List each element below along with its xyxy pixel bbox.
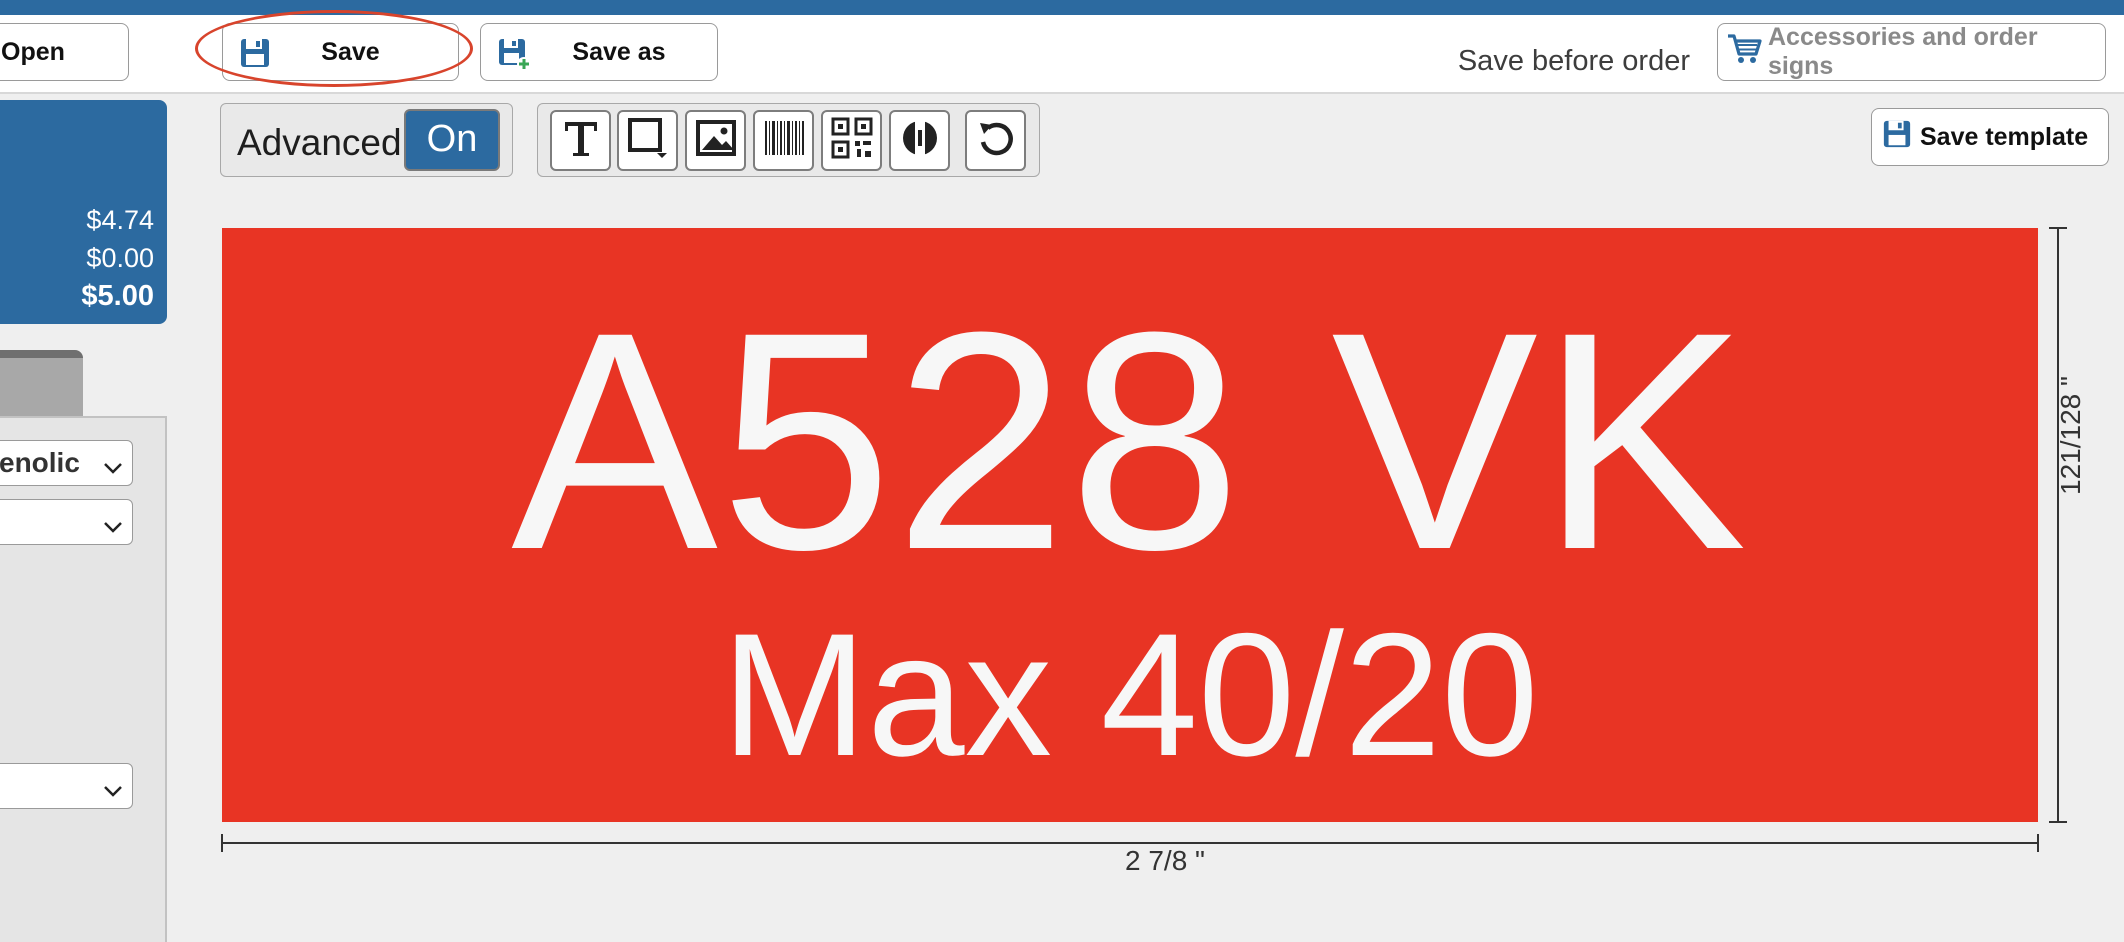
price-line-1: $4.74: [86, 205, 154, 235]
barcode-tool-button[interactable]: [753, 110, 814, 171]
main-toolbar: Open Save Save as Save before order Acce…: [0, 15, 2124, 94]
advanced-toggle-button[interactable]: On: [404, 109, 500, 171]
text-tool-icon: [559, 116, 603, 165]
save-before-order-text: Save before order: [1457, 45, 1690, 77]
sign-preview[interactable]: A528 VK Max 40/20: [222, 228, 2038, 822]
option-select-3[interactable]: [0, 763, 133, 809]
accessories-and-order-button[interactable]: Accessories and order signs: [1717, 23, 2106, 81]
price-summary-card: $4.74 $0.00 $5.00: [0, 100, 167, 324]
sign-text-line-1[interactable]: A528 VK: [222, 286, 2038, 596]
chevron-down-icon: [102, 512, 124, 544]
save-as-button[interactable]: Save as: [480, 23, 718, 81]
panel-tab[interactable]: [0, 350, 83, 418]
barcode-tool-icon: [762, 118, 806, 163]
price-total: $5.00: [81, 280, 154, 312]
text-tool-button[interactable]: [550, 110, 611, 171]
shopping-cart-icon: [1726, 32, 1762, 73]
price-line-2: $0.00: [86, 243, 154, 273]
save-template-label: Save template: [1920, 122, 2089, 151]
chevron-down-icon: [102, 453, 124, 485]
floppy-disk-icon: [1882, 119, 1912, 156]
accessories-button-label: Accessories and order signs: [1768, 23, 2038, 80]
option-select-2[interactable]: [0, 499, 133, 545]
chevron-down-icon: [102, 776, 124, 808]
floppy-disk-icon: [239, 37, 271, 76]
qrcode-tool-button[interactable]: [821, 110, 882, 171]
save-template-button[interactable]: Save template: [1871, 108, 2109, 166]
open-button-label: Open: [1, 37, 65, 66]
undo-icon: [974, 116, 1018, 165]
qrcode-tool-icon: [830, 116, 874, 165]
advanced-label: Advanced: [237, 122, 402, 163]
undo-button[interactable]: [965, 110, 1026, 171]
image-tool-icon: [694, 116, 738, 165]
sign-text-line-2[interactable]: Max 40/20: [222, 608, 2038, 783]
save-button[interactable]: Save: [222, 23, 459, 81]
design-tools-group: [537, 103, 1040, 177]
shape-tool-button[interactable]: [617, 110, 678, 171]
hole-tool-button[interactable]: [889, 110, 950, 171]
image-tool-button[interactable]: [685, 110, 746, 171]
height-dimension-label: 121/128 ": [2055, 376, 2086, 495]
advanced-mode-toggle-group: Advanced On: [220, 103, 513, 177]
top-bar: [0, 0, 2124, 15]
open-button[interactable]: Open: [0, 23, 129, 81]
hole-tool-icon: [898, 116, 942, 165]
shape-tool-icon: [625, 115, 671, 166]
material-select[interactable]: enolic: [0, 440, 133, 486]
save-as-icon: [497, 37, 531, 78]
material-select-value: enolic: [0, 447, 80, 478]
left-options-panel: [0, 416, 167, 942]
width-dimension-label: 2 7/8 ": [1125, 845, 1205, 876]
